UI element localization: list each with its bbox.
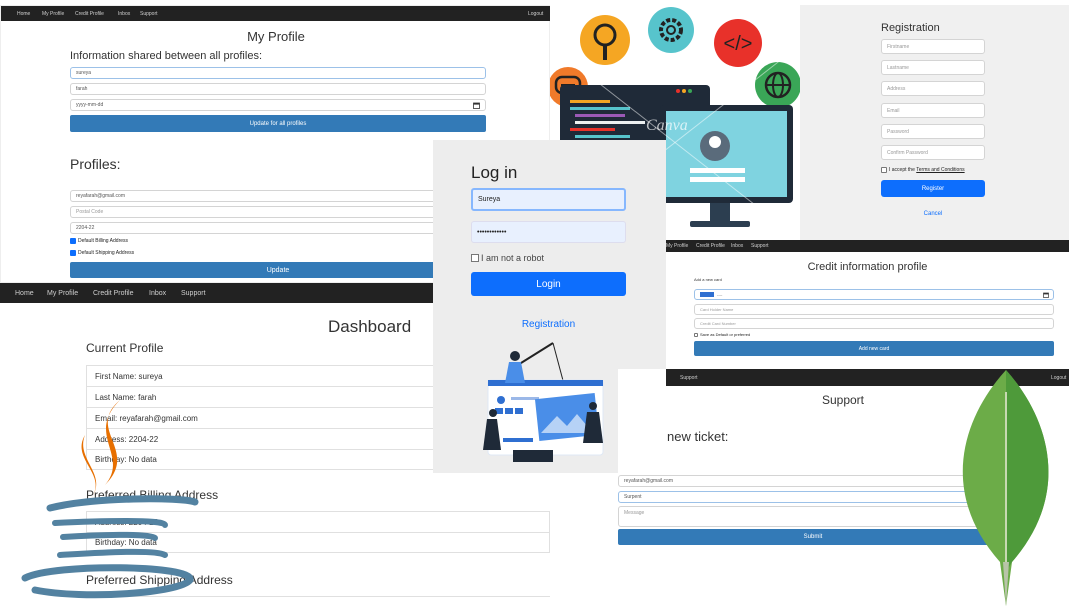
java-logo <box>21 400 199 599</box>
save-default-checkbox[interactable]: Save as Default or preferred <box>694 332 750 337</box>
nav-support[interactable]: Support <box>181 290 206 297</box>
shared-info-heading: Information shared between all profiles: <box>70 50 262 62</box>
current-profile-heading: Current Profile <box>86 341 164 355</box>
default-billing-label: Default Billing Address <box>78 238 129 244</box>
profile-email-field[interactable]: reyafarah@gmail.com <box>70 190 440 202</box>
support-title: Support <box>821 393 865 407</box>
mongodb-leaf-logo <box>962 370 1049 606</box>
gear-icon <box>648 7 694 53</box>
svg-text:</>: </> <box>724 33 753 55</box>
email-input[interactable]: Email <box>881 103 985 118</box>
firstname-field[interactable]: sureya <box>70 67 486 79</box>
default-shipping-checkbox[interactable]: Default Shipping Address <box>70 250 134 256</box>
password-input[interactable]: •••••••••••• <box>471 221 626 243</box>
registration-title: Registration <box>881 22 940 34</box>
java-cup <box>21 495 199 599</box>
checkbox-unchecked[interactable] <box>471 254 479 262</box>
update-all-profiles-button[interactable]: Update for all profiles <box>70 115 486 132</box>
date-selection-highlight <box>700 292 714 297</box>
checkbox-unchecked[interactable] <box>694 332 698 337</box>
lastname-input[interactable]: Lastname <box>881 60 985 75</box>
nav-inbox[interactable]: Inbox <box>731 243 743 249</box>
login-title: Log in <box>471 163 518 182</box>
calendar-icon[interactable] <box>1043 292 1049 298</box>
profiles-heading: Profiles: <box>70 156 121 172</box>
terms-prefix: I accept the <box>889 167 915 173</box>
nav-credit-profile[interactable]: Credit Profile <box>93 290 133 297</box>
register-button[interactable]: Register <box>881 180 985 197</box>
nav-support[interactable]: Support <box>140 11 158 17</box>
globe-icon <box>755 62 801 108</box>
calendar-icon[interactable] <box>473 102 480 109</box>
login-button[interactable]: Login <box>471 272 626 296</box>
profile-navbar: Home My Profile Credit Profile Inbox Sup… <box>1 6 551 21</box>
checkbox-checked[interactable] <box>70 238 76 244</box>
page-title: My Profile <box>247 29 305 44</box>
nav-my-profile[interactable]: My Profile <box>666 243 688 249</box>
lastname-field[interactable]: farah <box>70 83 486 95</box>
save-default-label: Save as Default or preferred <box>700 332 751 337</box>
registration-screen: Registration Firstname Lastname Address … <box>800 5 1069 240</box>
add-new-card-button[interactable]: Add new card <box>694 341 1054 356</box>
checkbox-unchecked[interactable] <box>881 167 887 173</box>
date-placeholder: yyyy-mm-dd <box>76 102 104 108</box>
canva-watermark-text: Canva <box>646 117 688 134</box>
login-illustration <box>483 342 604 462</box>
firstname-input[interactable]: Firstname <box>881 39 985 54</box>
default-shipping-label: Default Shipping Address <box>78 250 135 256</box>
robot-checkbox[interactable]: I am not a robot <box>471 253 544 263</box>
cancel-link[interactable]: Cancel <box>881 211 985 217</box>
nav-inbox[interactable]: Inbox <box>149 290 166 297</box>
credit-navbar: My Profile Credit Profile Inbox Support <box>666 240 1069 252</box>
robot-label: I am not a robot <box>481 253 545 263</box>
nav-support[interactable]: Support <box>680 375 698 381</box>
credit-title: Credit information profile <box>807 261 928 273</box>
confirm-password-input[interactable]: Confirm Password <box>881 145 985 160</box>
terms-checkbox[interactable]: I accept the Terms and Conditions <box>881 167 965 173</box>
nav-home[interactable]: Home <box>15 290 34 297</box>
nav-my-profile[interactable]: My Profile <box>42 11 64 17</box>
nav-inbox[interactable]: Inbox <box>118 11 130 17</box>
date-placeholder: ---- <box>717 292 723 297</box>
address-input[interactable]: Address <box>881 81 985 96</box>
new-ticket-heading: new ticket: <box>667 429 729 444</box>
nav-logout[interactable]: Logout <box>528 11 543 17</box>
card-expiry-date-field[interactable]: ---- <box>694 289 1054 300</box>
add-new-card-label: Add a new card <box>694 277 722 282</box>
dashboard-title: Dashboard <box>328 317 412 336</box>
nav-support[interactable]: Support <box>751 243 769 249</box>
username-input[interactable]: Sureya <box>471 188 626 211</box>
nav-credit-profile[interactable]: Credit Profile <box>696 243 725 249</box>
nav-home[interactable]: Home <box>17 11 30 17</box>
birthday-date-field[interactable]: yyyy-mm-dd <box>70 99 486 111</box>
card-number-field[interactable]: Credit Card Number <box>694 318 1054 329</box>
password-input[interactable]: Password <box>881 124 985 139</box>
default-billing-checkbox[interactable]: Default Billing Address <box>70 238 128 244</box>
java-steam <box>81 400 120 500</box>
update-profile-button[interactable]: Update <box>70 262 486 278</box>
nav-credit-profile[interactable]: Credit Profile <box>75 11 104 17</box>
card-holder-name-field[interactable]: Card Holder Name <box>694 304 1054 315</box>
registration-link[interactable]: Registration <box>471 319 626 330</box>
magnifier-icon <box>580 15 630 65</box>
credit-screen: My Profile Credit Profile Inbox Support … <box>666 240 1069 369</box>
terms-link[interactable]: Terms and Conditions <box>916 167 964 173</box>
profile-address-field[interactable]: 2204-22 <box>70 222 440 234</box>
checkbox-checked[interactable] <box>70 250 76 256</box>
nav-my-profile[interactable]: My Profile <box>47 290 78 297</box>
postal-code-field[interactable]: Postal Code <box>70 206 440 218</box>
code-icon: </> <box>714 19 762 67</box>
